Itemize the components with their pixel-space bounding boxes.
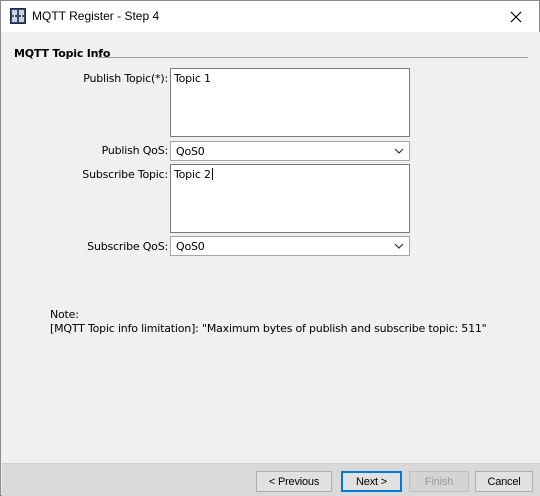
button-bar: < Previous Next > Finish Cancel	[2, 463, 540, 496]
title-bar: MQTT Register - Step 4	[1, 1, 539, 32]
subscribe-qos-select[interactable]: QoS0	[170, 236, 410, 256]
subscribe-topic-input[interactable]: Topic 2	[170, 164, 410, 233]
publish-topic-value: Topic 1	[174, 72, 211, 85]
publish-topic-input[interactable]: Topic 1	[170, 68, 410, 137]
close-icon	[510, 11, 522, 22]
chevron-down-icon	[394, 146, 404, 159]
dialog-window: MQTT Register - Step 4 MQTT Topic Info P…	[0, 0, 540, 496]
publish-qos-value: QoS0	[176, 145, 205, 158]
text-caret	[211, 168, 213, 180]
publish-qos-label: Publish QoS:	[101, 144, 169, 157]
app-icon	[10, 8, 26, 24]
window-title: MQTT Register - Step 4	[32, 9, 160, 23]
finish-button[interactable]: Finish	[409, 471, 469, 492]
cancel-button[interactable]: Cancel	[475, 471, 533, 492]
next-button[interactable]: Next >	[341, 471, 402, 492]
note-heading: Note:	[50, 308, 79, 321]
previous-button[interactable]: < Previous	[256, 471, 332, 492]
publish-qos-select[interactable]: QoS0	[170, 141, 410, 161]
section-title: MQTT Topic Info	[14, 47, 111, 60]
section-divider	[98, 57, 528, 58]
publish-topic-label: Publish Topic(*):	[83, 72, 168, 85]
subscribe-qos-value: QoS0	[176, 240, 205, 253]
close-button[interactable]	[493, 1, 539, 32]
dialog-content: MQTT Topic Info Publish Topic(*): Topic …	[2, 32, 540, 463]
subscribe-topic-value: Topic 2	[174, 168, 211, 181]
subscribe-qos-label: Subscribe QoS:	[87, 240, 168, 253]
chevron-down-icon	[394, 241, 404, 254]
subscribe-topic-label: Subscribe Topic:	[82, 168, 168, 181]
note-text: [MQTT Topic info limitation]: "Maximum b…	[50, 322, 487, 335]
